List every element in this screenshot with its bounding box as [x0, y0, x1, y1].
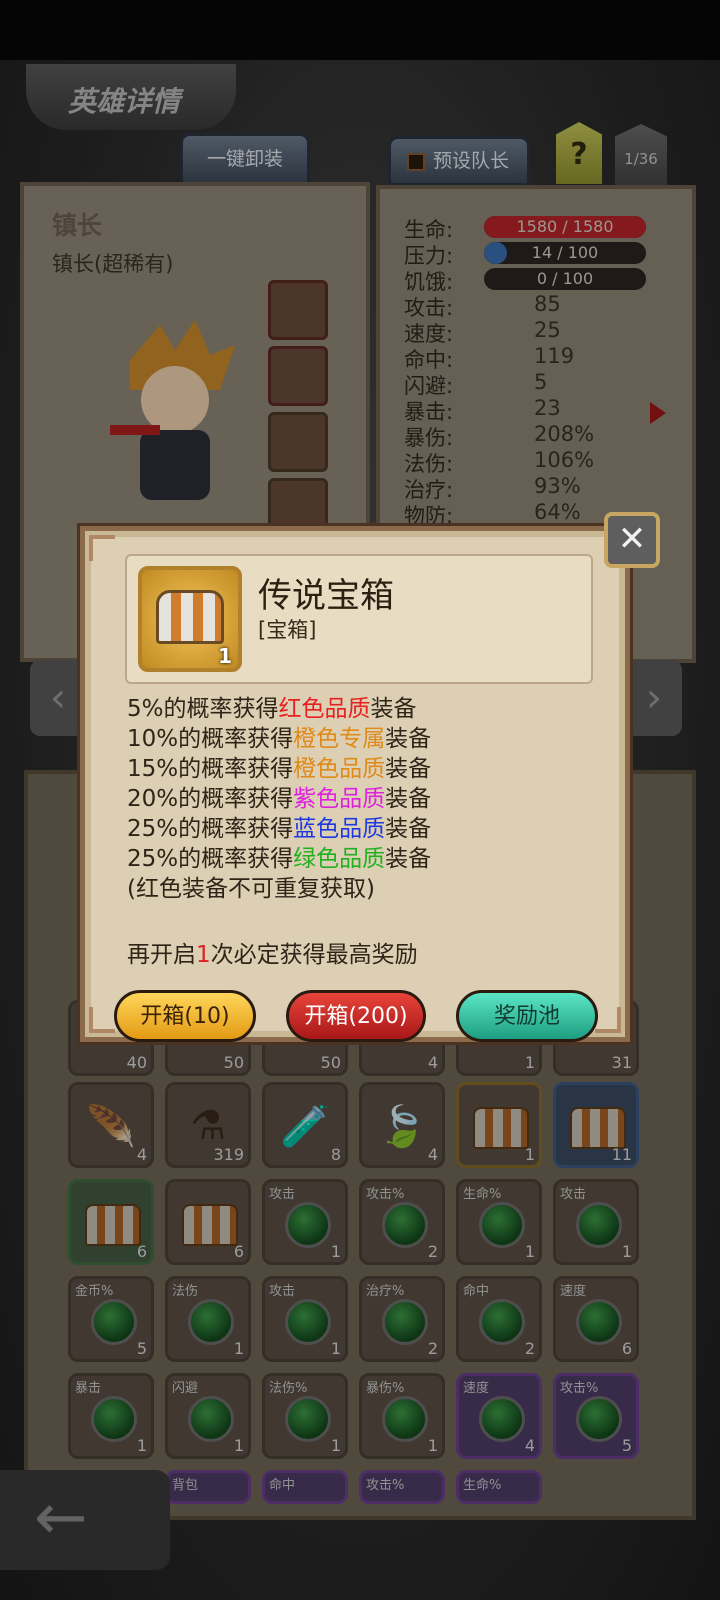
item-name: 传说宝箱 — [258, 576, 394, 616]
drop-rate-suffix: 装备 — [385, 816, 432, 842]
drop-rate-line: 10%的概率获得橙色专属装备 — [127, 724, 431, 754]
pity-note: 再开启1次必定获得最高奖励 — [127, 935, 418, 969]
drop-rate-line: 20%的概率获得紫色品质装备 — [127, 784, 431, 814]
drop-rate-prefix: 10%的概率获得 — [127, 726, 294, 752]
open-chest-10-button[interactable]: 开箱(10) — [114, 990, 256, 1042]
drop-quality: 橙色品质 — [293, 756, 386, 782]
drop-footnote: (红色装备不可重复获取) — [127, 876, 375, 902]
reward-pool-button[interactable]: 奖励池 — [456, 990, 598, 1042]
drop-rate-suffix: 装备 — [370, 696, 417, 722]
item-type: [宝箱] — [258, 618, 317, 642]
drop-quality: 红色品质 — [278, 696, 371, 722]
drop-quality: 橙色专属 — [293, 726, 386, 752]
crossed-swords-icon[interactable]: ✕ — [604, 512, 660, 568]
drop-quality: 蓝色品质 — [293, 816, 386, 842]
drop-rate-prefix: 20%的概率获得 — [127, 786, 294, 812]
dialog-corner-ornament — [89, 1007, 115, 1033]
drop-quality: 绿色品质 — [293, 846, 386, 872]
drop-rate-prefix: 25%的概率获得 — [127, 846, 294, 872]
legendary-chest-icon: 1 — [138, 566, 242, 672]
drop-rate-list: 5%的概率获得红色品质装备 10%的概率获得橙色专属装备 15%的概率获得橙色品质装… — [127, 694, 431, 904]
drop-rate-line: 5%的概率获得红色品质装备 — [127, 694, 431, 724]
drop-quality: 紫色品质 — [293, 786, 386, 812]
open-chest-200-button[interactable]: 开箱(200) — [286, 990, 426, 1042]
chest-icon — [156, 590, 224, 644]
pity-count: 1 — [196, 942, 211, 968]
drop-rate-line: 25%的概率获得绿色品质装备 — [127, 844, 431, 874]
drop-rate-suffix: 装备 — [385, 846, 432, 872]
drop-rate-line: 15%的概率获得橙色品质装备 — [127, 754, 431, 784]
drop-rate-prefix: 25%的概率获得 — [127, 816, 294, 842]
drop-rate-suffix: 装备 — [385, 756, 432, 782]
pity-prefix: 再开启 — [127, 942, 196, 968]
drop-rate-prefix: 5%的概率获得 — [127, 696, 279, 722]
drop-rate-suffix: 装备 — [385, 726, 432, 752]
dialog-corner-ornament — [595, 1007, 621, 1033]
drop-rate-prefix: 15%的概率获得 — [127, 756, 294, 782]
pity-suffix: 次必定获得最高奖励 — [210, 942, 418, 968]
drop-rate-suffix: 装备 — [385, 786, 432, 812]
item-quantity: 1 — [218, 644, 232, 668]
drop-rate-line: 25%的概率获得蓝色品质装备 — [127, 814, 431, 844]
dialog-corner-ornament — [89, 535, 115, 561]
